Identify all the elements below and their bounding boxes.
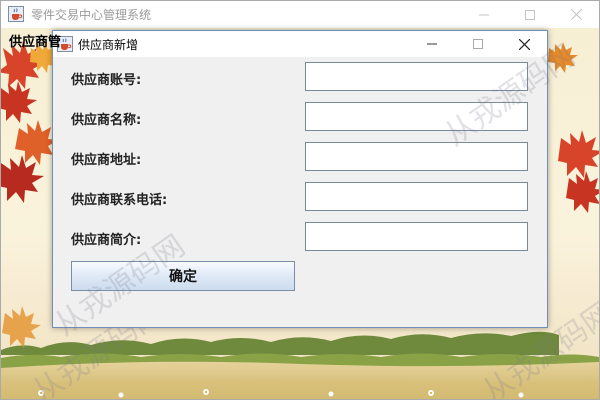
supplier-phone-label: 供应商联系电话: <box>71 193 168 208</box>
dialog-close-button[interactable] <box>501 31 547 57</box>
main-titlebar[interactable]: 零件交易中心管理系统 <box>1 1 599 28</box>
supplier-phone-input[interactable] <box>305 182 528 211</box>
main-window-title: 零件交易中心管理系统 <box>31 8 152 22</box>
java-cup-icon <box>8 6 24 22</box>
minimize-icon <box>427 43 437 45</box>
dialog-minimize-button[interactable] <box>409 31 455 57</box>
supplier-intro-input[interactable] <box>305 222 528 251</box>
main-maximize-button[interactable] <box>507 1 553 28</box>
close-icon <box>570 9 582 20</box>
confirm-button[interactable]: 确定 <box>71 261 295 291</box>
dialog-titlebar[interactable]: 供应商新增 <box>53 31 547 57</box>
supplier-name-input[interactable] <box>305 102 528 131</box>
supplier-account-label: 供应商账号: <box>71 73 142 88</box>
supplier-account-input[interactable] <box>305 62 528 91</box>
main-minimize-button[interactable] <box>461 1 507 28</box>
maximize-icon <box>525 9 535 20</box>
dialog-title: 供应商新增 <box>78 38 139 52</box>
main-close-button[interactable] <box>553 1 599 28</box>
supplier-address-input[interactable] <box>305 142 528 171</box>
maximize-icon <box>473 39 483 49</box>
minimize-icon <box>479 14 489 15</box>
supplier-address-label: 供应商地址: <box>71 153 142 168</box>
dialog-maximize-button[interactable] <box>455 31 501 57</box>
supplier-intro-label: 供应商简介: <box>71 233 142 248</box>
supplier-add-dialog: 供应商新增 供应商账号: 供应商名称: 供应商地址: 供应商联系电话: 供应商简… <box>49 30 581 343</box>
main-menu-label[interactable]: 供应商管 <box>9 31 61 50</box>
close-icon <box>518 38 530 50</box>
supplier-name-label: 供应商名称: <box>71 113 142 128</box>
